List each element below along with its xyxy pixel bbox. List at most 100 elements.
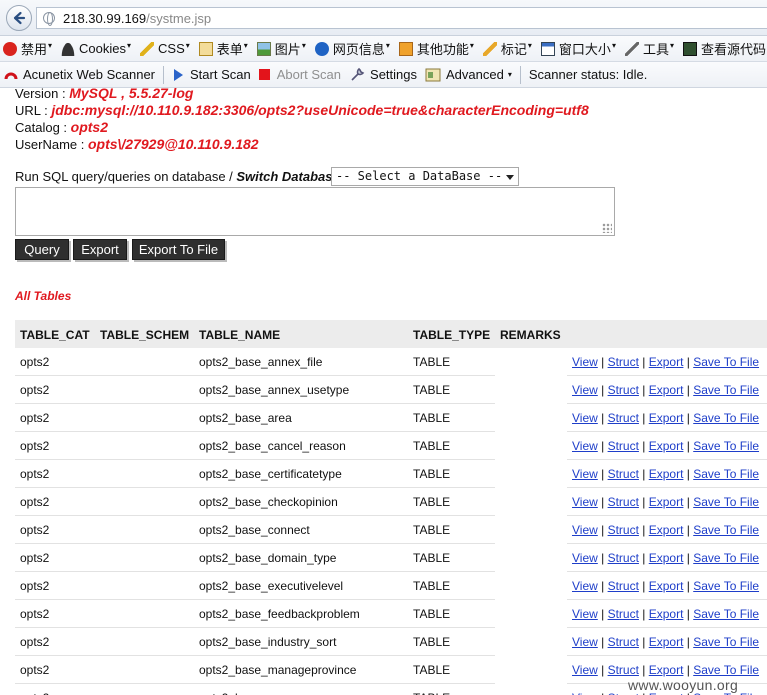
export-link[interactable]: Export bbox=[649, 607, 684, 621]
watermark: www.wooyun.org bbox=[628, 677, 739, 693]
toolbar-menu-7[interactable]: 标记 ▾ bbox=[482, 39, 532, 58]
advanced-menu[interactable]: Advanced ▾ bbox=[421, 64, 516, 86]
toolbar-menu-6[interactable]: 其他功能 ▾ bbox=[398, 39, 474, 58]
toolbar-menu-label: Cookies bbox=[79, 41, 126, 56]
struct-link[interactable]: Struct bbox=[608, 355, 639, 369]
struct-link[interactable]: Struct bbox=[608, 551, 639, 565]
view-link[interactable]: View bbox=[572, 495, 598, 509]
save-to-file-link[interactable]: Save To File bbox=[693, 495, 759, 509]
view-link[interactable]: View bbox=[572, 551, 598, 565]
view-link[interactable]: View bbox=[572, 523, 598, 537]
play-icon bbox=[174, 68, 183, 81]
export-link[interactable]: Export bbox=[649, 579, 684, 593]
save-to-file-link[interactable]: Save To File bbox=[693, 439, 759, 453]
view-link[interactable]: View bbox=[572, 579, 598, 593]
struct-link[interactable]: Struct bbox=[608, 439, 639, 453]
view-link[interactable]: View bbox=[572, 467, 598, 481]
database-select-value: -- Select a DataBase -- bbox=[336, 169, 503, 183]
toolbar-menu-4[interactable]: 图片 ▾ bbox=[256, 39, 306, 58]
save-to-file-link[interactable]: Save To File bbox=[693, 523, 759, 537]
settings-button[interactable]: Settings bbox=[345, 64, 421, 86]
save-to-file-link[interactable]: Save To File bbox=[693, 579, 759, 593]
address-bar: 218.30.99.169/systme.jsp bbox=[0, 0, 767, 36]
settings-label: Settings bbox=[370, 67, 418, 82]
view-link[interactable]: View bbox=[572, 439, 598, 453]
export-link[interactable]: Export bbox=[649, 663, 684, 677]
view-link[interactable]: View bbox=[572, 607, 598, 621]
toolbar-menu-1[interactable]: Cookies ▾ bbox=[61, 41, 131, 56]
save-to-file-link[interactable]: Save To File bbox=[693, 411, 759, 425]
export-link[interactable]: Export bbox=[649, 411, 684, 425]
view-link[interactable]: View bbox=[572, 635, 598, 649]
link-separator: | bbox=[683, 355, 694, 369]
export-link[interactable]: Export bbox=[649, 495, 684, 509]
resize-grip-icon[interactable] bbox=[602, 223, 612, 233]
save-to-file-link[interactable]: Save To File bbox=[693, 551, 759, 565]
export-to-file-button[interactable]: Export To File bbox=[132, 239, 225, 260]
link-separator: | bbox=[597, 467, 608, 481]
cell-type: TABLE bbox=[413, 467, 451, 481]
save-to-file-link[interactable]: Save To File bbox=[693, 635, 759, 649]
toolbar-menu-8[interactable]: 窗口大小 ▾ bbox=[540, 39, 616, 58]
export-link[interactable]: Export bbox=[649, 439, 684, 453]
version-line: Version : MySQL , 5.5.27-log bbox=[15, 88, 193, 101]
export-link[interactable]: Export bbox=[649, 635, 684, 649]
view-link[interactable]: View bbox=[572, 691, 598, 695]
view-link[interactable]: View bbox=[572, 355, 598, 369]
export-link[interactable]: Export bbox=[649, 523, 684, 537]
toolbar-menu-label: CSS bbox=[158, 41, 185, 56]
chevron-down-icon: ▾ bbox=[469, 41, 474, 50]
toolbar-menu-10[interactable]: 查看源代码▾ bbox=[682, 39, 767, 58]
link-separator: | bbox=[597, 663, 608, 677]
table-row: opts2 opts2_base_domain_type TABLE View | S… bbox=[15, 544, 767, 572]
struct-link[interactable]: Struct bbox=[608, 635, 639, 649]
query-button[interactable]: Query bbox=[15, 239, 69, 260]
toolbar-menu-5[interactable]: 网页信息 ▾ bbox=[314, 39, 390, 58]
struct-link[interactable]: Struct bbox=[608, 383, 639, 397]
cell-cat: opts2 bbox=[20, 691, 49, 695]
sql-query-textarea[interactable] bbox=[15, 187, 615, 236]
struct-link[interactable]: Struct bbox=[608, 579, 639, 593]
save-to-file-link[interactable]: Save To File bbox=[693, 467, 759, 481]
link-separator: | bbox=[638, 523, 649, 537]
view-link[interactable]: View bbox=[572, 383, 598, 397]
toolbar-menu-0[interactable]: 禁用 ▾ bbox=[3, 39, 52, 58]
struct-link[interactable]: Struct bbox=[608, 495, 639, 509]
column-header: REMARKS bbox=[500, 328, 561, 342]
web-developer-toolbar: 禁用 ▾ Cookies ▾ CSS ▾ 表单 ▾ 图片 ▾ 网页信息 ▾ 其他功能 ▾ 标记 ▾ 窗口大小 ▾ 工… bbox=[0, 36, 767, 62]
cell-type: TABLE bbox=[413, 663, 451, 677]
toolbar-menu-3[interactable]: 表单 ▾ bbox=[198, 39, 248, 58]
acunetix-brand[interactable]: Acunetix Web Scanner bbox=[0, 64, 159, 86]
link-separator: | bbox=[638, 495, 649, 509]
export-link[interactable]: Export bbox=[649, 551, 684, 565]
export-link[interactable]: Export bbox=[649, 355, 684, 369]
divider bbox=[519, 65, 521, 84]
back-button[interactable] bbox=[6, 5, 32, 31]
abort-scan-button[interactable]: Abort Scan bbox=[255, 64, 345, 86]
export-button[interactable]: Export bbox=[73, 239, 127, 260]
cell-type: TABLE bbox=[413, 523, 451, 537]
cell-cat: opts2 bbox=[20, 551, 50, 565]
struct-link[interactable]: Struct bbox=[608, 411, 639, 425]
view-link[interactable]: View bbox=[572, 663, 598, 677]
save-to-file-link[interactable]: Save To File bbox=[693, 663, 759, 677]
database-select[interactable]: -- Select a DataBase -- bbox=[331, 167, 519, 186]
link-separator: | bbox=[597, 523, 608, 537]
toolbar-menu-9[interactable]: 工具 ▾ bbox=[624, 39, 674, 58]
url-field[interactable]: 218.30.99.169/systme.jsp bbox=[36, 7, 767, 29]
export-link[interactable]: Export bbox=[649, 467, 684, 481]
acunetix-toolbar: Acunetix Web Scanner Start Scan Abort Sc… bbox=[0, 62, 767, 88]
struct-link[interactable]: Struct bbox=[608, 607, 639, 621]
save-to-file-link[interactable]: Save To File bbox=[693, 383, 759, 397]
struct-link[interactable]: Struct bbox=[608, 467, 639, 481]
struct-link[interactable]: Struct bbox=[608, 663, 639, 677]
toolbar-menu-2[interactable]: CSS ▾ bbox=[140, 41, 190, 56]
view-link[interactable]: View bbox=[572, 411, 598, 425]
cell-cat: opts2 bbox=[20, 635, 50, 649]
export-link[interactable]: Export bbox=[649, 383, 684, 397]
struct-link[interactable]: Struct bbox=[608, 523, 639, 537]
username-line: UserName : opts\/27929@10.110.9.182 bbox=[15, 136, 259, 152]
save-to-file-link[interactable]: Save To File bbox=[693, 607, 759, 621]
save-to-file-link[interactable]: Save To File bbox=[693, 355, 759, 369]
start-scan-button[interactable]: Start Scan bbox=[168, 64, 255, 86]
